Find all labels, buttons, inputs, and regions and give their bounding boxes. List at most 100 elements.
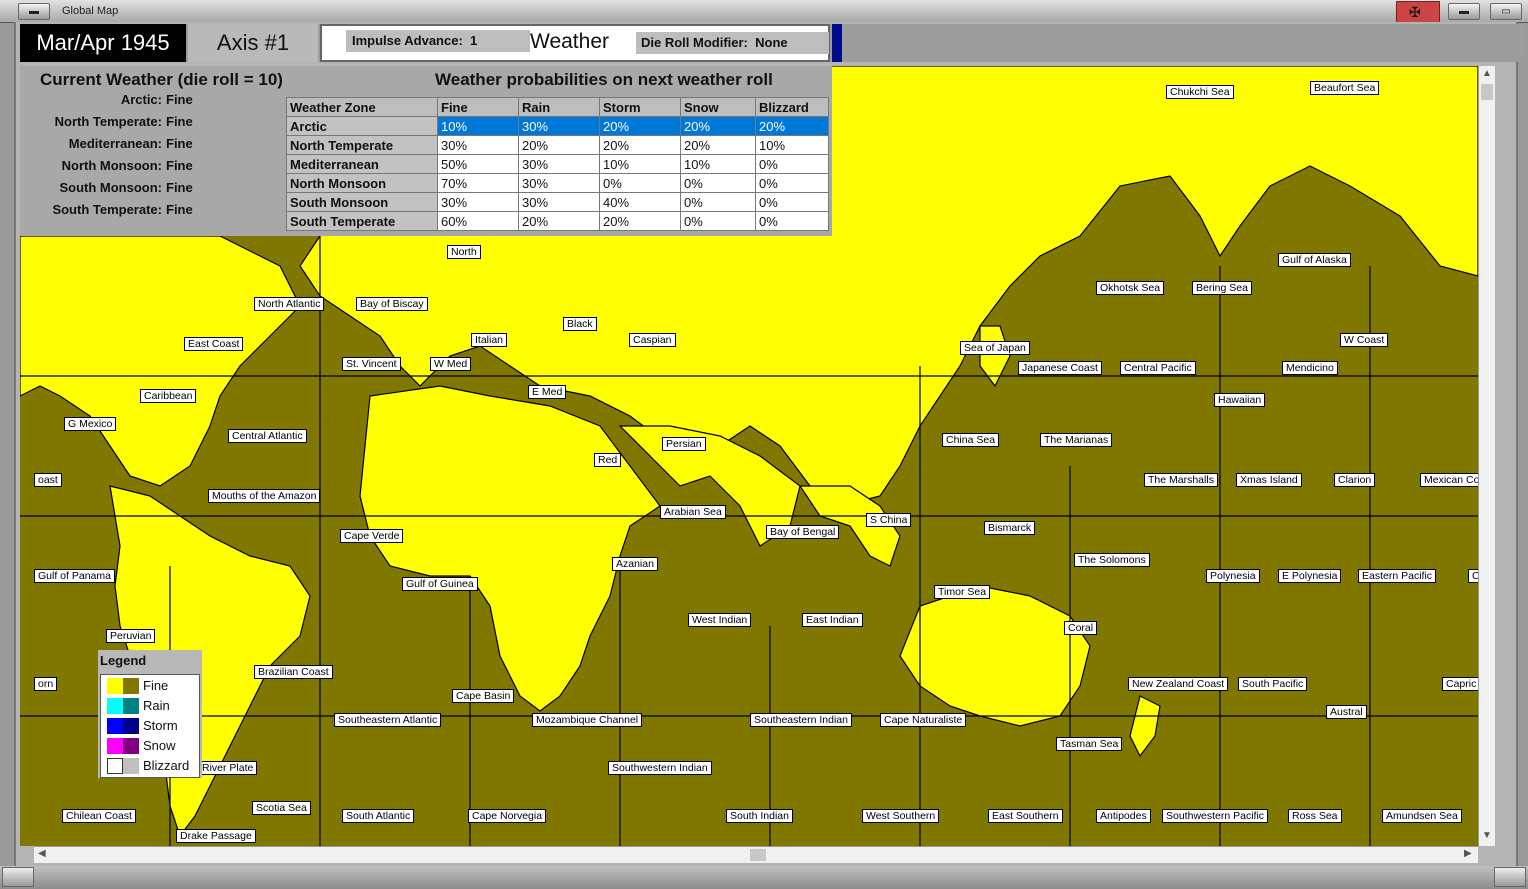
map-label[interactable]: Gulf of Alaska [1278, 253, 1351, 267]
map-label[interactable]: Bay of Biscay [356, 297, 428, 311]
map-label[interactable]: Antipodes [1096, 809, 1151, 823]
map-label[interactable]: Bay of Bengal [766, 525, 840, 539]
map-label[interactable]: Coral [1064, 621, 1098, 635]
map-label[interactable]: oast [34, 473, 62, 487]
map-label[interactable]: East Indian [802, 613, 863, 627]
map-label[interactable]: Italian [471, 333, 508, 347]
table-row[interactable]: Mediterranean 50% 30% 10% 10% 0% [286, 154, 829, 174]
map-label[interactable]: Southwestern Indian [608, 761, 712, 775]
horizontal-scroll-thumb[interactable] [750, 849, 766, 861]
map-label[interactable]: East Coast [184, 337, 244, 351]
map-label[interactable]: Caspian [629, 333, 676, 347]
table-row[interactable]: North Monsoon 70% 30% 0% 0% 0% [286, 173, 829, 193]
table-row[interactable]: South Monsoon 30% 30% 40% 0% 0% [286, 192, 829, 212]
map-label[interactable]: Central Pacific [1120, 361, 1196, 375]
map-label[interactable]: Drake Passage [176, 829, 256, 843]
zone-name: North Monsoon: [61, 158, 162, 173]
map-label[interactable]: Cape Norvegia [468, 809, 547, 823]
map-label[interactable]: The Solomons [1074, 553, 1150, 567]
map-label[interactable]: Southeastern Atlantic [334, 713, 442, 727]
sea-swatch [123, 698, 139, 714]
map-label[interactable]: Clarion [1334, 473, 1376, 487]
map-label[interactable]: S China [866, 513, 912, 527]
map-label[interactable]: Persian [662, 437, 706, 451]
map-label[interactable]: The Marshalls [1144, 473, 1218, 487]
scroll-right-icon[interactable]: ▶ [1464, 848, 1472, 859]
map-label[interactable]: E Polynesia [1278, 569, 1342, 583]
map-label[interactable]: Azanian [612, 557, 658, 571]
zone-weather: Fine [166, 136, 193, 151]
map-label[interactable]: Cape Verde [340, 529, 404, 543]
map-label[interactable]: Cape Basin [452, 689, 515, 703]
resize-handle-right[interactable] [1494, 867, 1526, 887]
map-label[interactable]: Chilean Coast [62, 809, 136, 823]
vertical-scrollbar[interactable]: ▲ ▼ [1478, 66, 1495, 846]
map-label[interactable]: Gulf of Panama [34, 569, 115, 583]
map-label[interactable]: orn [34, 677, 58, 691]
map-label[interactable]: Amundsen Sea [1382, 809, 1462, 823]
table-row[interactable]: Arctic 10% 30% 20% 20% 20% [286, 116, 829, 136]
horizontal-scrollbar[interactable]: ◀ ▶ [34, 846, 1478, 863]
map-label[interactable]: West Indian [688, 613, 752, 627]
scroll-left-icon[interactable]: ◀ [38, 848, 46, 859]
resize-handle-left[interactable] [2, 867, 34, 887]
map-label[interactable]: Gulf of Guinea [402, 577, 478, 591]
map-label[interactable]: W Med [430, 357, 472, 371]
side-display: Axis #1 [188, 24, 318, 62]
map-label[interactable]: Brazilian Coast [254, 665, 333, 679]
map-label[interactable]: Bering Sea [1192, 281, 1252, 295]
map-label[interactable]: Arabian Sea [660, 505, 726, 519]
map-label[interactable]: East Southern [988, 809, 1063, 823]
map-label[interactable]: Capric [1442, 677, 1481, 691]
map-label[interactable]: Central Atlantic [228, 429, 307, 443]
map-label[interactable]: Mozambique Channel [532, 713, 643, 727]
map-label[interactable]: China Sea [942, 433, 1000, 447]
map-label[interactable]: Scotia Sea [252, 801, 311, 815]
map-label[interactable]: Southwestern Pacific [1162, 809, 1269, 823]
scroll-up-icon[interactable]: ▲ [1482, 68, 1492, 79]
map-label[interactable]: Xmas Island [1236, 473, 1302, 487]
map-label[interactable]: Peruvian [106, 629, 156, 643]
map-label[interactable]: North [447, 245, 481, 259]
map-label[interactable]: Cape Naturaliste [880, 713, 967, 727]
map-label[interactable]: Japanese Coast [1018, 361, 1102, 375]
map-label[interactable]: Eastern Pacific [1358, 569, 1437, 583]
map-label[interactable]: South Pacific [1238, 677, 1308, 691]
minimize-button[interactable]: ▬ [1448, 3, 1480, 20]
map-label[interactable]: G Mexico [64, 417, 117, 431]
map-label[interactable]: West Southern [862, 809, 940, 823]
map-label[interactable]: Sea of Japan [960, 341, 1030, 355]
map-label[interactable]: North Atlantic [254, 297, 325, 311]
table-row[interactable]: South Temperate 60% 20% 20% 0% 0% [286, 211, 829, 231]
map-label[interactable]: Mendicino [1282, 361, 1338, 375]
map-label[interactable]: Okhotsk Sea [1096, 281, 1165, 295]
table-row[interactable]: North Temperate 30% 20% 20% 20% 10% [286, 135, 829, 155]
maximize-button[interactable]: ▭ [1490, 3, 1522, 20]
map-label[interactable]: E Med [528, 385, 567, 399]
map-label[interactable]: Bismarck [984, 521, 1036, 535]
map-label[interactable]: Red [594, 453, 622, 467]
map-label[interactable]: W Coast [1340, 333, 1389, 347]
map-label[interactable]: Chukchi Sea [1166, 85, 1234, 99]
window-menu-button[interactable]: ▬ [18, 3, 50, 20]
map-label[interactable]: Ross Sea [1288, 809, 1342, 823]
map-label[interactable]: Austral [1326, 705, 1367, 719]
map-label[interactable]: Mouths of the Amazon [208, 489, 321, 503]
map-label[interactable]: The Marianas [1040, 433, 1113, 447]
map-label[interactable]: Mexican Co [1420, 473, 1484, 487]
map-label[interactable]: Tasman Sea [1056, 737, 1123, 751]
map-label[interactable]: Caribbean [140, 389, 197, 403]
map-label[interactable]: Hawaiian [1214, 393, 1266, 407]
map-label[interactable]: Southeastern Indian [750, 713, 852, 727]
map-label[interactable]: Beaufort Sea [1310, 81, 1380, 95]
map-label[interactable]: Black [563, 317, 597, 331]
map-label[interactable]: Polynesia [1206, 569, 1260, 583]
map-label[interactable]: South Atlantic [342, 809, 415, 823]
map-label[interactable]: New Zealand Coast [1128, 677, 1229, 691]
vertical-scroll-thumb[interactable] [1481, 84, 1493, 100]
map-label[interactable]: South Indian [726, 809, 793, 823]
map-label[interactable]: River Plate [198, 761, 258, 775]
map-label[interactable]: Timor Sea [934, 585, 991, 599]
scroll-down-icon[interactable]: ▼ [1482, 830, 1492, 841]
map-label[interactable]: St. Vincent [342, 357, 401, 371]
